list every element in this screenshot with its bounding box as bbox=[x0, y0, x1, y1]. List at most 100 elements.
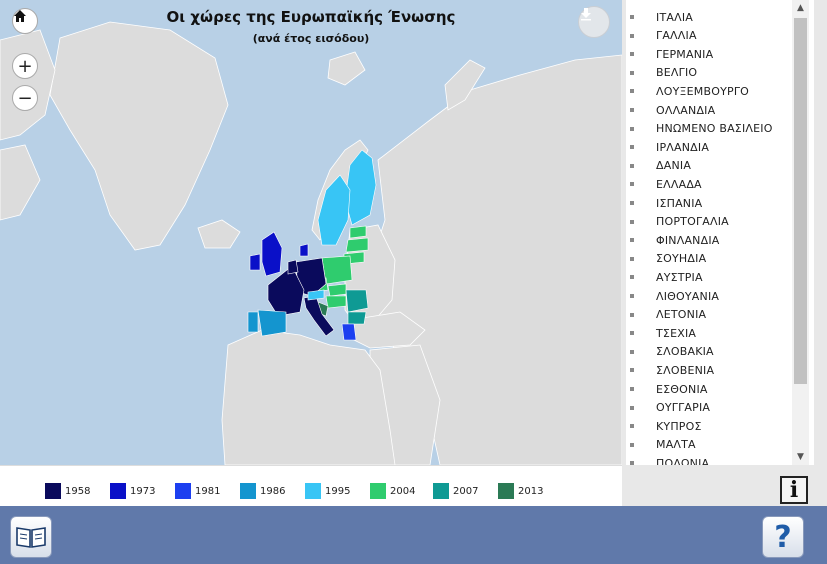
bullet-icon bbox=[630, 52, 634, 57]
country-name: ΙΡΛΑΝΔΙΑ bbox=[656, 140, 710, 154]
zoom-out-button[interactable]: − bbox=[12, 85, 38, 111]
legend-year-label: 2013 bbox=[518, 485, 544, 497]
legend-swatch bbox=[498, 483, 514, 499]
list-item[interactable]: ΜΑΛΤΑ bbox=[626, 436, 696, 454]
home-button[interactable] bbox=[12, 8, 38, 34]
list-item[interactable]: ΟΥΓΓΑΡΙΑ bbox=[626, 399, 710, 417]
bullet-icon bbox=[630, 126, 634, 131]
country-name: ΣΛΟΒΕΝΙΑ bbox=[656, 363, 715, 377]
list-item[interactable]: ΦΙΝΛΑΝΔΙΑ bbox=[626, 231, 720, 249]
list-item[interactable]: ΤΣΕΧΙΑ bbox=[626, 324, 696, 342]
land-greenland bbox=[49, 21, 229, 251]
bullet-icon bbox=[630, 405, 634, 410]
map-subtitle: (ανά έτος εισόδου) bbox=[252, 32, 370, 45]
legend-swatch bbox=[433, 483, 449, 499]
bullet-icon bbox=[630, 331, 634, 336]
country-name: ΠΟΡΤΟΓΑΛΙΑ bbox=[656, 215, 729, 229]
bullet-icon bbox=[630, 219, 634, 224]
legend-item-1981: 1981 bbox=[175, 483, 220, 499]
land-canada-arctic-2 bbox=[0, 144, 41, 221]
country-name: ΕΣΘΟΝΙΑ bbox=[656, 382, 708, 396]
bullet-icon bbox=[630, 201, 634, 205]
bullet-icon bbox=[630, 238, 634, 243]
list-item[interactable]: ΠΟΡΤΟΓΑΛΙΑ bbox=[626, 213, 729, 231]
country-name: ΗΝΩΜΕΝΟ ΒΑΣΙΛΕΙΟ bbox=[656, 122, 773, 136]
bullet-icon bbox=[630, 442, 634, 447]
list-item[interactable]: ΙΤΑΛΙΑ bbox=[626, 8, 693, 26]
country-name: ΚΥΠΡΟΣ bbox=[656, 419, 702, 433]
list-item[interactable]: ΗΝΩΜΕΝΟ ΒΑΣΙΛΕΙΟ bbox=[626, 120, 773, 138]
legend-swatch bbox=[45, 483, 61, 499]
list-item[interactable]: ΓΕΡΜΑΝΙΑ bbox=[626, 45, 713, 63]
country-name: ΜΑΛΤΑ bbox=[656, 438, 696, 452]
list-item[interactable]: ΣΛΟΒΑΚΙΑ bbox=[626, 343, 714, 361]
legend-swatch bbox=[240, 483, 256, 499]
book-button[interactable] bbox=[10, 516, 52, 558]
country-name: ΔΑΝΙΑ bbox=[656, 159, 692, 173]
country-name: ΛΕΤΟΝΙΑ bbox=[656, 308, 707, 322]
legend: 1958 1973 1981 1986 1995 2004 2007 2013 bbox=[0, 465, 622, 506]
country-name: ΦΙΝΛΑΝΔΙΑ bbox=[656, 233, 720, 247]
legend-item-1973: 1973 bbox=[110, 483, 155, 499]
country-greece bbox=[341, 323, 357, 341]
country-list[interactable]: ΙΤΑΛΙΑ ΓΑΛΛΙΑ ΓΕΡΜΑΝΙΑ ΒΕΛΓΙΟ ΛΟΥΞΕΜΒΟΥΡΓΟ ΟΛ… bbox=[626, 0, 814, 465]
bullet-icon bbox=[630, 368, 634, 373]
legend-year-label: 1981 bbox=[195, 485, 221, 497]
bullet-icon bbox=[630, 294, 634, 298]
country-name: ΣΛΟΒΑΚΙΑ bbox=[656, 345, 714, 359]
list-item[interactable]: ΓΑΛΛΙΑ bbox=[626, 27, 697, 45]
scroll-thumb[interactable] bbox=[794, 18, 807, 384]
country-portugal bbox=[247, 311, 259, 333]
country-name: ΓΕΡΜΑΝΙΑ bbox=[656, 47, 714, 61]
map-panel[interactable]: Οι χώρες της Ευρωπαϊκής Ένωσης (ανά έτος… bbox=[0, 0, 622, 465]
list-item[interactable]: ΕΛΛΑΔΑ bbox=[626, 175, 702, 193]
bullet-icon bbox=[630, 145, 634, 150]
zoom-in-button[interactable]: + bbox=[12, 53, 38, 79]
list-item[interactable]: ΒΕΛΓΙΟ bbox=[626, 64, 697, 82]
bullet-icon bbox=[630, 312, 634, 317]
info-button[interactable]: i bbox=[780, 476, 808, 504]
country-slovakia bbox=[327, 283, 347, 297]
help-button[interactable]: ? bbox=[762, 516, 804, 558]
list-item[interactable]: ΛΕΤΟΝΙΑ bbox=[626, 306, 706, 324]
list-item[interactable]: ΟΛΛΑΝΔΙΑ bbox=[626, 101, 715, 119]
bullet-icon bbox=[630, 108, 634, 112]
bullet-icon bbox=[630, 70, 634, 75]
list-item[interactable]: ΣΛΟΒΕΝΙΑ bbox=[626, 361, 714, 379]
legend-item-1995: 1995 bbox=[305, 483, 350, 499]
country-austria bbox=[307, 289, 325, 301]
map-title: Οι χώρες της Ευρωπαϊκής Ένωσης bbox=[166, 8, 456, 26]
country-name: ΓΑΛΛΙΑ bbox=[656, 29, 697, 43]
list-scrollbar[interactable]: ▲ ▼ bbox=[792, 0, 809, 465]
land-masses bbox=[0, 21, 622, 465]
country-sweden bbox=[317, 174, 351, 246]
download-icon bbox=[581, 8, 591, 21]
country-ireland bbox=[249, 253, 261, 271]
legend-year-label: 2007 bbox=[453, 485, 479, 497]
legend-item-2004: 2004 bbox=[370, 483, 415, 499]
list-item[interactable]: ΙΡΛΑΝΔΙΑ bbox=[626, 138, 709, 156]
country-hungary bbox=[325, 295, 347, 309]
list-item[interactable]: ΛΟΥΞΕΜΒΟΥΡΓΟ bbox=[626, 82, 749, 100]
list-item[interactable]: ΙΣΠΑΝΙΑ bbox=[626, 194, 702, 212]
list-item[interactable]: ΠΟΛΩΝΙΑ bbox=[626, 454, 709, 465]
list-item[interactable]: ΕΣΘΟΝΙΑ bbox=[626, 380, 708, 398]
legend-swatch bbox=[110, 483, 126, 499]
download-button[interactable] bbox=[578, 6, 610, 38]
scroll-down-arrow[interactable]: ▼ bbox=[792, 449, 809, 465]
bullet-icon bbox=[630, 182, 634, 187]
legend-item-2007: 2007 bbox=[433, 483, 478, 499]
country-bulgaria bbox=[347, 311, 367, 325]
country-name: ΠΟΛΩΝΙΑ bbox=[656, 456, 710, 465]
list-item[interactable]: ΣΟΥΗΔΙΑ bbox=[626, 250, 706, 268]
bullet-icon bbox=[630, 89, 634, 94]
bullet-icon bbox=[630, 163, 634, 168]
list-item[interactable]: ΔΑΝΙΑ bbox=[626, 157, 691, 175]
list-item[interactable]: ΚΥΠΡΟΣ bbox=[626, 417, 702, 435]
scroll-up-arrow[interactable]: ▲ bbox=[792, 0, 809, 16]
list-item[interactable]: ΑΥΣΤΡΙΑ bbox=[626, 268, 703, 286]
list-item[interactable]: ΛΙΘΟΥΑΝΙΑ bbox=[626, 287, 719, 305]
europe-map[interactable] bbox=[0, 0, 622, 465]
legend-year-label: 1958 bbox=[65, 485, 91, 497]
country-name: ΤΣΕΧΙΑ bbox=[656, 326, 697, 340]
